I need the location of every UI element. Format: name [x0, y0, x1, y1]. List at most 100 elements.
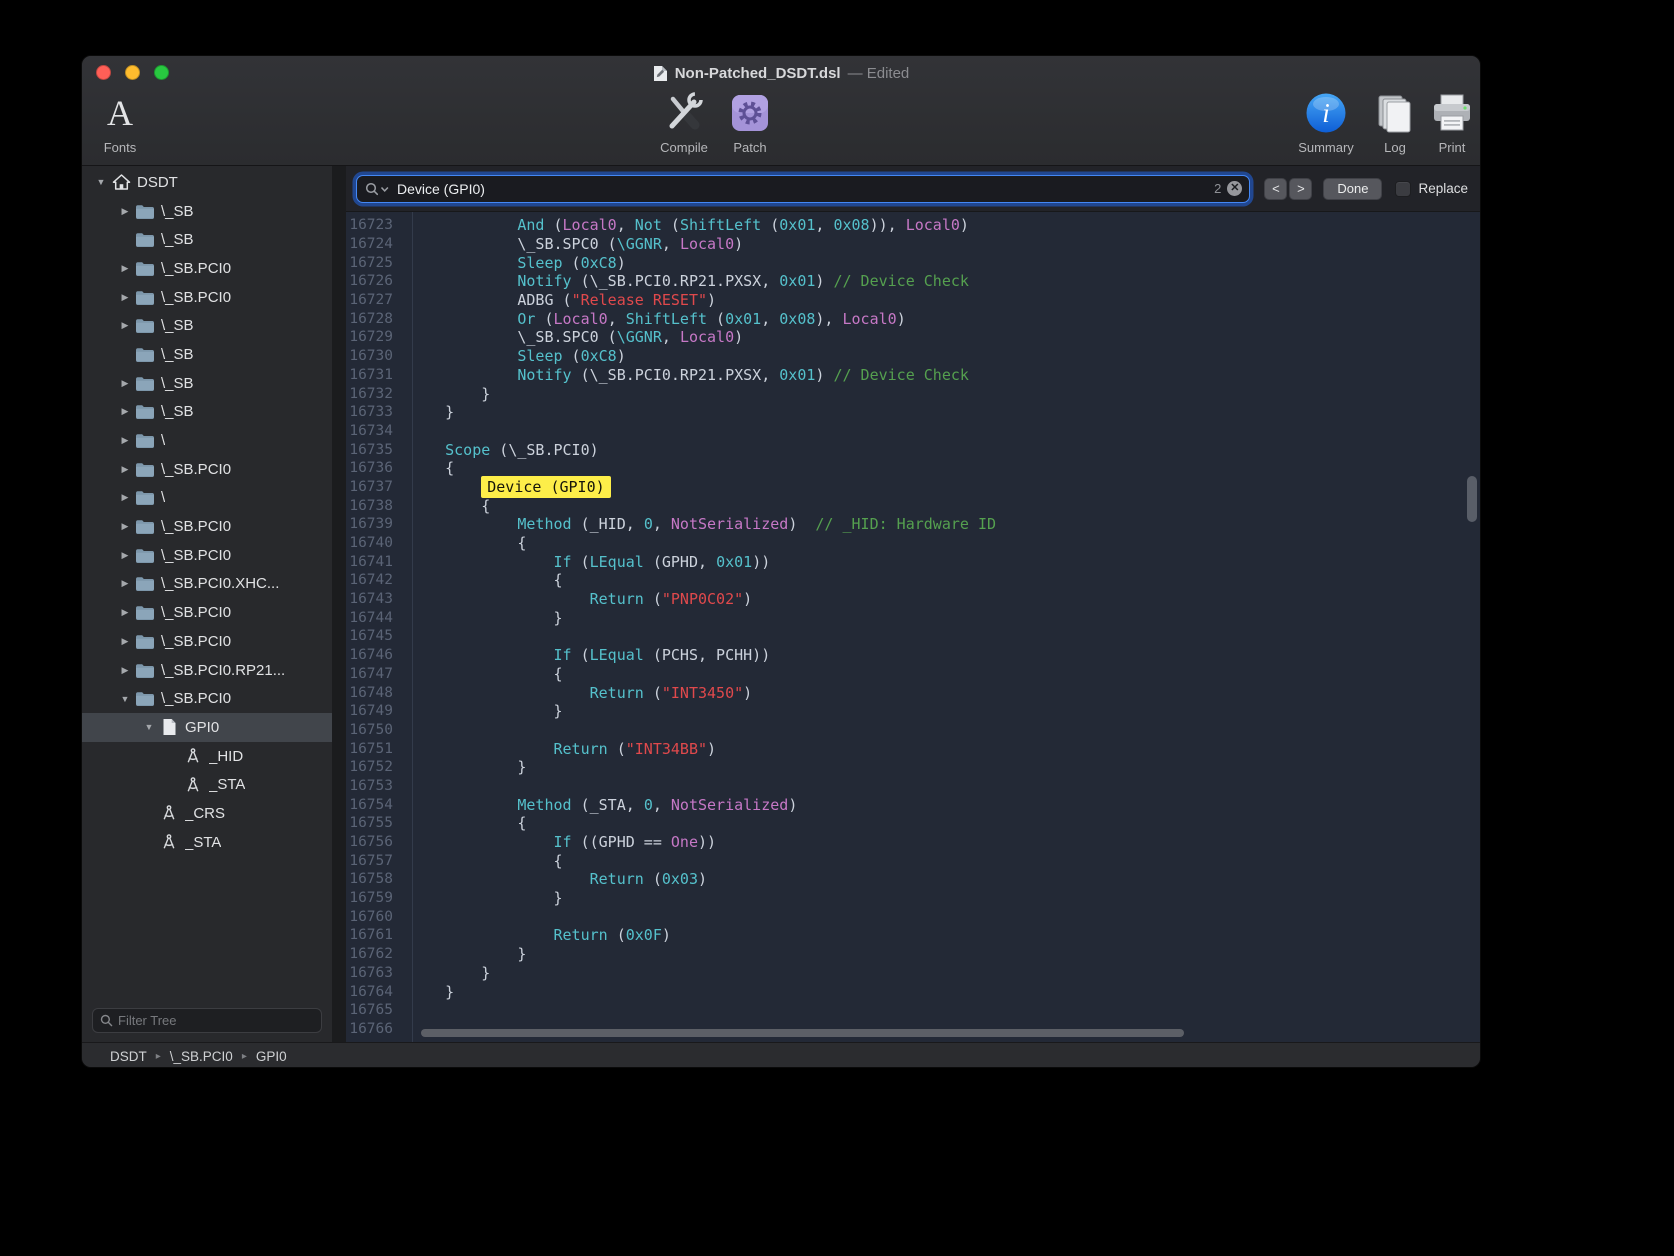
disclosure-closed-icon[interactable]: ▶	[116, 550, 134, 561]
code-line[interactable]: 16745	[346, 627, 1480, 646]
code-line[interactable]: 16743 Return ("PNP0C02")	[346, 590, 1480, 609]
toolbar-log-button[interactable]: Log	[1370, 90, 1420, 155]
disclosure-closed-icon[interactable]: ▶	[116, 636, 134, 647]
code-line[interactable]: 16759 }	[346, 889, 1480, 908]
disclosure-open-icon[interactable]: ▼	[92, 177, 110, 187]
code-line[interactable]: 16725 Sleep (0xC8)	[346, 253, 1480, 272]
tree-item-gpi0[interactable]: ▼GPI0	[82, 713, 332, 742]
tree-item-_crs[interactable]: _CRS	[82, 799, 332, 828]
code-line[interactable]: 16737 Device (GPI0)	[346, 478, 1480, 497]
breadcrumb-item[interactable]: DSDT	[110, 1049, 147, 1064]
tree-item-_sbpci0[interactable]: ▶\_SB.PCI0	[82, 541, 332, 570]
breadcrumb-item[interactable]: GPI0	[256, 1049, 287, 1064]
disclosure-closed-icon[interactable]: ▶	[116, 578, 134, 589]
disclosure-closed-icon[interactable]: ▶	[116, 435, 134, 446]
tree-item-_sbpci0xhc[interactable]: ▶\_SB.PCI0.XHC...	[82, 570, 332, 599]
code-line[interactable]: 16761 Return (0x0F)	[346, 926, 1480, 945]
search-menu-icon[interactable]	[365, 182, 391, 196]
code-line[interactable]: 16747 {	[346, 665, 1480, 684]
replace-checkbox[interactable]	[1395, 181, 1411, 197]
code-line[interactable]: 16751 Return ("INT34BB")	[346, 739, 1480, 758]
code-line[interactable]: 16757 {	[346, 851, 1480, 870]
toolbar-summary-button[interactable]: i Summary	[1294, 90, 1358, 155]
code-line[interactable]: 16732 }	[346, 384, 1480, 403]
code-line[interactable]: 16758 Return (0x03)	[346, 870, 1480, 889]
code-line[interactable]: 16754 Method (_STA, 0, NotSerialized)	[346, 795, 1480, 814]
code-line[interactable]: 16740 {	[346, 534, 1480, 553]
code-line[interactable]: 16734	[346, 422, 1480, 441]
tree-item-_sbpci0[interactable]: ▶\_SB.PCI0	[82, 627, 332, 656]
tree-item-_hid[interactable]: _HID	[82, 742, 332, 771]
code-line[interactable]: 16765	[346, 1001, 1480, 1020]
code-line[interactable]: 16750	[346, 721, 1480, 740]
disclosure-open-icon[interactable]: ▼	[116, 694, 134, 704]
code-line[interactable]: 16738 {	[346, 496, 1480, 515]
toolbar-compile-button[interactable]: Compile	[652, 90, 716, 155]
tree-item-_sb[interactable]: ▶\_SB	[82, 369, 332, 398]
code-line[interactable]: 16727 ADBG ("Release RESET")	[346, 291, 1480, 310]
code-line[interactable]: 16736 {	[346, 459, 1480, 478]
find-field[interactable]: 2 ✕	[356, 175, 1250, 203]
code-line[interactable]: 16741 If (LEqual (GPHD, 0x01))	[346, 552, 1480, 571]
code-line[interactable]: 16746 If (LEqual (PCHS, PCHH))	[346, 646, 1480, 665]
code-line[interactable]: 16726 Notify (\_SB.PCI0.RP21.PXSX, 0x01)…	[346, 272, 1480, 291]
code-line[interactable]: 16748 Return ("INT3450")	[346, 683, 1480, 702]
done-button[interactable]: Done	[1323, 178, 1382, 200]
tree-item-[interactable]: ▶\	[82, 426, 332, 455]
disclosure-closed-icon[interactable]: ▶	[116, 665, 134, 676]
tree-item-_sbpci0[interactable]: ▼\_SB.PCI0	[82, 684, 332, 713]
tree-item-_sbpci0[interactable]: ▶\_SB.PCI0	[82, 455, 332, 484]
horizontal-scrollbar[interactable]	[421, 1029, 1184, 1037]
code-line[interactable]: 16752 }	[346, 758, 1480, 777]
tree-item-_sbpci0[interactable]: ▶\_SB.PCI0	[82, 283, 332, 312]
disclosure-closed-icon[interactable]: ▶	[116, 464, 134, 475]
code-line[interactable]: 16744 }	[346, 608, 1480, 627]
find-input[interactable]	[397, 181, 1208, 197]
code-line[interactable]: 16739 Method (_HID, 0, NotSerialized) //…	[346, 515, 1480, 534]
tree-item-_sbpci0[interactable]: ▶\_SB.PCI0	[82, 512, 332, 541]
code-line[interactable]: 16729 \_SB.SPC0 (\GGNR, Local0)	[346, 328, 1480, 347]
code-line[interactable]: 16764 }	[346, 982, 1480, 1001]
tree-item-_sbpci0[interactable]: ▶\_SB.PCI0	[82, 598, 332, 627]
toolbar-fonts-button[interactable]: A Fonts	[88, 90, 152, 155]
tree-item-_sb[interactable]: \_SB	[82, 340, 332, 369]
code-line[interactable]: 16742 {	[346, 571, 1480, 590]
disclosure-closed-icon[interactable]: ▶	[116, 492, 134, 503]
disclosure-closed-icon[interactable]: ▶	[116, 263, 134, 274]
tree-item-_sbpci0[interactable]: ▶\_SB.PCI0	[82, 254, 332, 283]
toolbar-print-button[interactable]: Print	[1424, 90, 1480, 155]
clear-search-icon[interactable]: ✕	[1227, 181, 1242, 196]
tree-item-_sbpci0rp21[interactable]: ▶\_SB.PCI0.RP21...	[82, 656, 332, 685]
code-line[interactable]: 16735 Scope (\_SB.PCI0)	[346, 440, 1480, 459]
vertical-scrollbar[interactable]	[1467, 476, 1477, 522]
filter-tree-field[interactable]	[92, 1008, 322, 1033]
code-editor[interactable]: 16723 And (Local0, Not (ShiftLeft (0x01,…	[346, 212, 1480, 1042]
tree-item-_sb[interactable]: ▶\_SB	[82, 197, 332, 226]
code-line[interactable]: 16730 Sleep (0xC8)	[346, 347, 1480, 366]
code-line[interactable]: 16762 }	[346, 945, 1480, 964]
disclosure-closed-icon[interactable]: ▶	[116, 292, 134, 303]
disclosure-closed-icon[interactable]: ▶	[116, 320, 134, 331]
code-line[interactable]: 16728 Or (Local0, ShiftLeft (0x01, 0x08)…	[346, 309, 1480, 328]
code-line[interactable]: 16731 Notify (\_SB.PCI0.RP21.PXSX, 0x01)…	[346, 366, 1480, 385]
code-line[interactable]: 16733 }	[346, 403, 1480, 422]
disclosure-closed-icon[interactable]: ▶	[116, 378, 134, 389]
tree-item-dsdt[interactable]: ▼DSDT	[82, 168, 332, 197]
tree-item-_sb[interactable]: ▶\_SB	[82, 311, 332, 340]
disclosure-closed-icon[interactable]: ▶	[116, 607, 134, 618]
code-line[interactable]: 16724 \_SB.SPC0 (\GGNR, Local0)	[346, 235, 1480, 254]
filter-tree-input[interactable]	[118, 1013, 314, 1028]
toolbar-patch-button[interactable]: Patch	[718, 90, 782, 155]
tree-item-_sb[interactable]: ▶\_SB	[82, 398, 332, 427]
find-next-button[interactable]: >	[1289, 178, 1312, 200]
code-line[interactable]: 16763 }	[346, 964, 1480, 983]
disclosure-closed-icon[interactable]: ▶	[116, 406, 134, 417]
tree-item-_sb[interactable]: \_SB	[82, 225, 332, 254]
code-line[interactable]: 16723 And (Local0, Not (ShiftLeft (0x01,…	[346, 216, 1480, 235]
find-previous-button[interactable]: <	[1264, 178, 1287, 200]
disclosure-closed-icon[interactable]: ▶	[116, 206, 134, 217]
code-line[interactable]: 16753	[346, 777, 1480, 796]
code-line[interactable]: 16755 {	[346, 814, 1480, 833]
code-line[interactable]: 16760	[346, 907, 1480, 926]
code-line[interactable]: 16749 }	[346, 702, 1480, 721]
